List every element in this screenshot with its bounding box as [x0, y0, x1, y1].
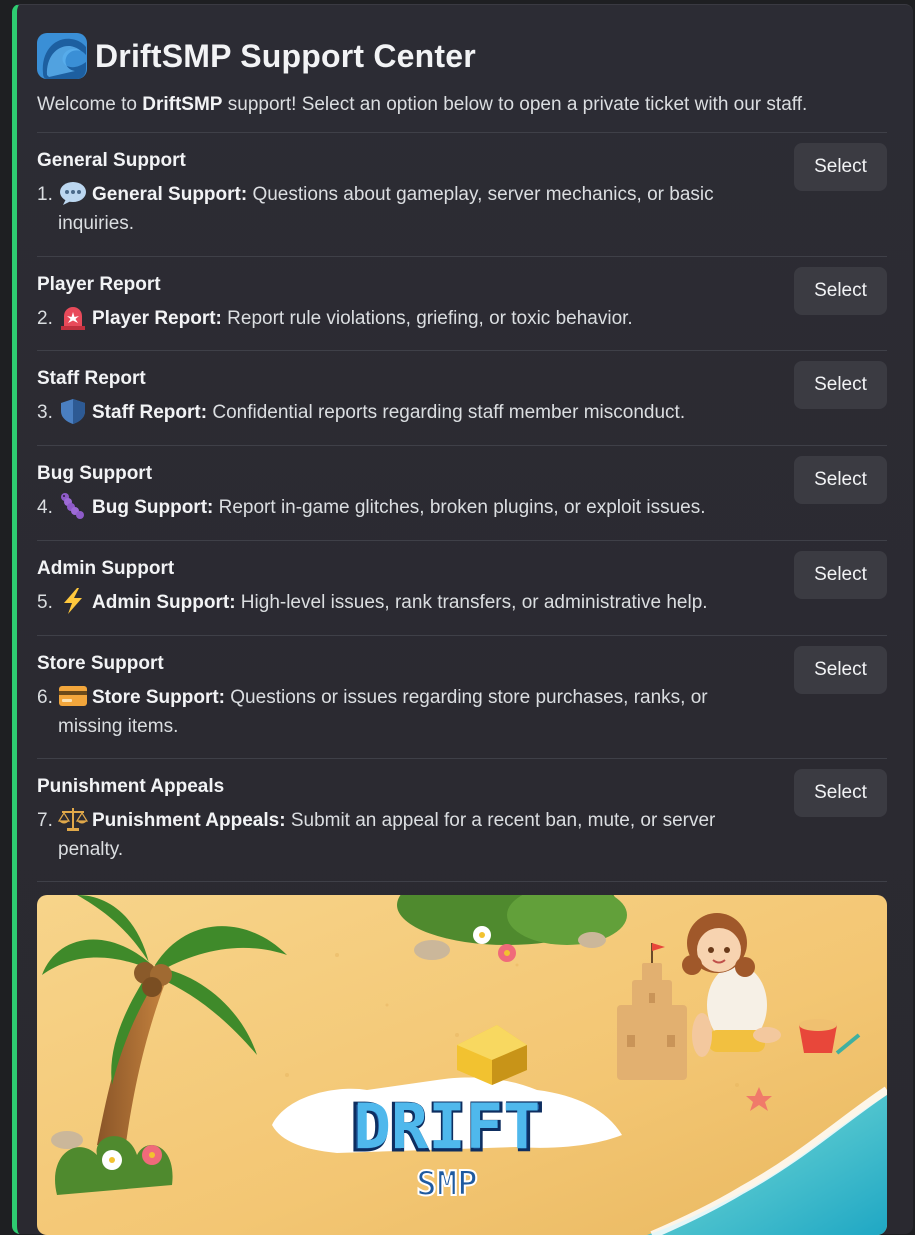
beach-illustration: DRIFT DRIFT SMP — [37, 895, 887, 1235]
divider — [37, 881, 887, 882]
list-number: 1. — [37, 184, 53, 205]
section-punishment-appeals: Punishment Appeals 7. Punishment Appeals… — [37, 769, 887, 864]
page-title: DriftSMP Support Center — [95, 37, 476, 74]
banner-image: DRIFT DRIFT SMP — [37, 895, 887, 1235]
section-general-support: General Support 1. General Support: Ques… — [37, 143, 887, 238]
option-name: Bug Support: — [92, 497, 214, 518]
divider — [37, 540, 887, 541]
section-player-report: Player Report 2. Player Report: Report r… — [37, 267, 887, 333]
bug-worm-icon — [61, 493, 84, 519]
section-title: Player Report — [37, 274, 161, 295]
section-body: 6. Store Support: Questions or issues re… — [37, 683, 777, 741]
option-name: Player Report: — [92, 308, 222, 329]
select-button-store-support[interactable]: Select — [794, 646, 887, 694]
section-title: General Support — [37, 150, 186, 171]
option-name: Punishment Appeals: — [92, 810, 286, 831]
divider — [37, 635, 887, 636]
select-button-staff-report[interactable]: Select — [794, 361, 887, 409]
list-number: 3. — [37, 402, 53, 423]
divider — [37, 758, 887, 759]
option-name: Store Support: — [92, 687, 225, 708]
lightning-icon — [64, 588, 82, 614]
section-body: 7. Punishment Appeals: Submit an appeal … — [37, 806, 777, 864]
divider — [37, 132, 887, 133]
section-store-support: Store Support 6. Store Support: Question… — [37, 646, 887, 741]
credit-card-icon — [59, 686, 87, 706]
divider — [37, 445, 887, 446]
select-button-punishment-appeals[interactable]: Select — [794, 769, 887, 817]
welcome-brand: DriftSMP — [142, 94, 223, 115]
option-name: General Support: — [92, 184, 248, 205]
siren-icon — [61, 307, 85, 330]
select-button-bug-support[interactable]: Select — [794, 456, 887, 504]
option-description: Report rule violations, griefing, or tox… — [221, 308, 633, 329]
logo-text-drift-highlight: DRIFT — [354, 1090, 541, 1163]
section-admin-support: Admin Support 5. Admin Support: High-lev… — [37, 551, 887, 617]
section-title: Bug Support — [37, 463, 153, 484]
support-embed: DriftSMP Support Center Welcome to Drift… — [12, 4, 913, 1235]
section-body: 3. Staff Report: Confidential reports re… — [37, 398, 777, 427]
shield-icon — [61, 399, 85, 424]
section-body: 5. Admin Support: High-level issues, ran… — [37, 588, 777, 617]
section-bug-support: Bug Support 4. Bug Support: Report in-ga… — [37, 456, 887, 522]
divider — [37, 256, 887, 257]
section-body: 2. Player Report: Report rule violations… — [37, 304, 777, 333]
select-button-player-report[interactable]: Select — [794, 267, 887, 315]
list-number: 6. — [37, 687, 53, 708]
option-description: Report in-game glitches, broken plugins,… — [213, 497, 706, 518]
section-staff-report: Staff Report 3. Staff Report: Confidenti… — [37, 361, 887, 427]
select-button-general-support[interactable]: Select — [794, 143, 887, 191]
speech-bubble-icon — [60, 182, 86, 205]
section-body: 1. General Support: Questions about game… — [37, 180, 777, 238]
divider — [37, 350, 887, 351]
list-number: 2. — [37, 308, 53, 329]
welcome-suffix: support! Select an option below to open … — [222, 94, 808, 115]
option-name: Staff Report: — [92, 402, 208, 423]
welcome-text: Welcome to DriftSMP support! Select an o… — [37, 94, 807, 116]
scales-icon — [58, 808, 88, 831]
list-number: 7. — [37, 810, 53, 831]
welcome-prefix: Welcome to — [37, 94, 143, 115]
option-description: High-level issues, rank transfers, or ad… — [235, 592, 708, 613]
option-description: Confidential reports regarding staff mem… — [207, 402, 686, 423]
section-title: Punishment Appeals — [37, 776, 225, 797]
section-title: Staff Report — [37, 368, 146, 389]
wave-logo-icon — [37, 33, 87, 79]
list-number: 4. — [37, 497, 53, 518]
section-body: 4. Bug Support: Report in-game glitches,… — [37, 493, 777, 522]
option-name: Admin Support: — [92, 592, 236, 613]
logo-text-smp: SMP — [416, 1164, 477, 1204]
select-button-admin-support[interactable]: Select — [794, 551, 887, 599]
section-title: Store Support — [37, 653, 164, 674]
section-title: Admin Support — [37, 558, 175, 579]
list-number: 5. — [37, 592, 53, 613]
embed-header: DriftSMP Support Center — [37, 33, 476, 79]
